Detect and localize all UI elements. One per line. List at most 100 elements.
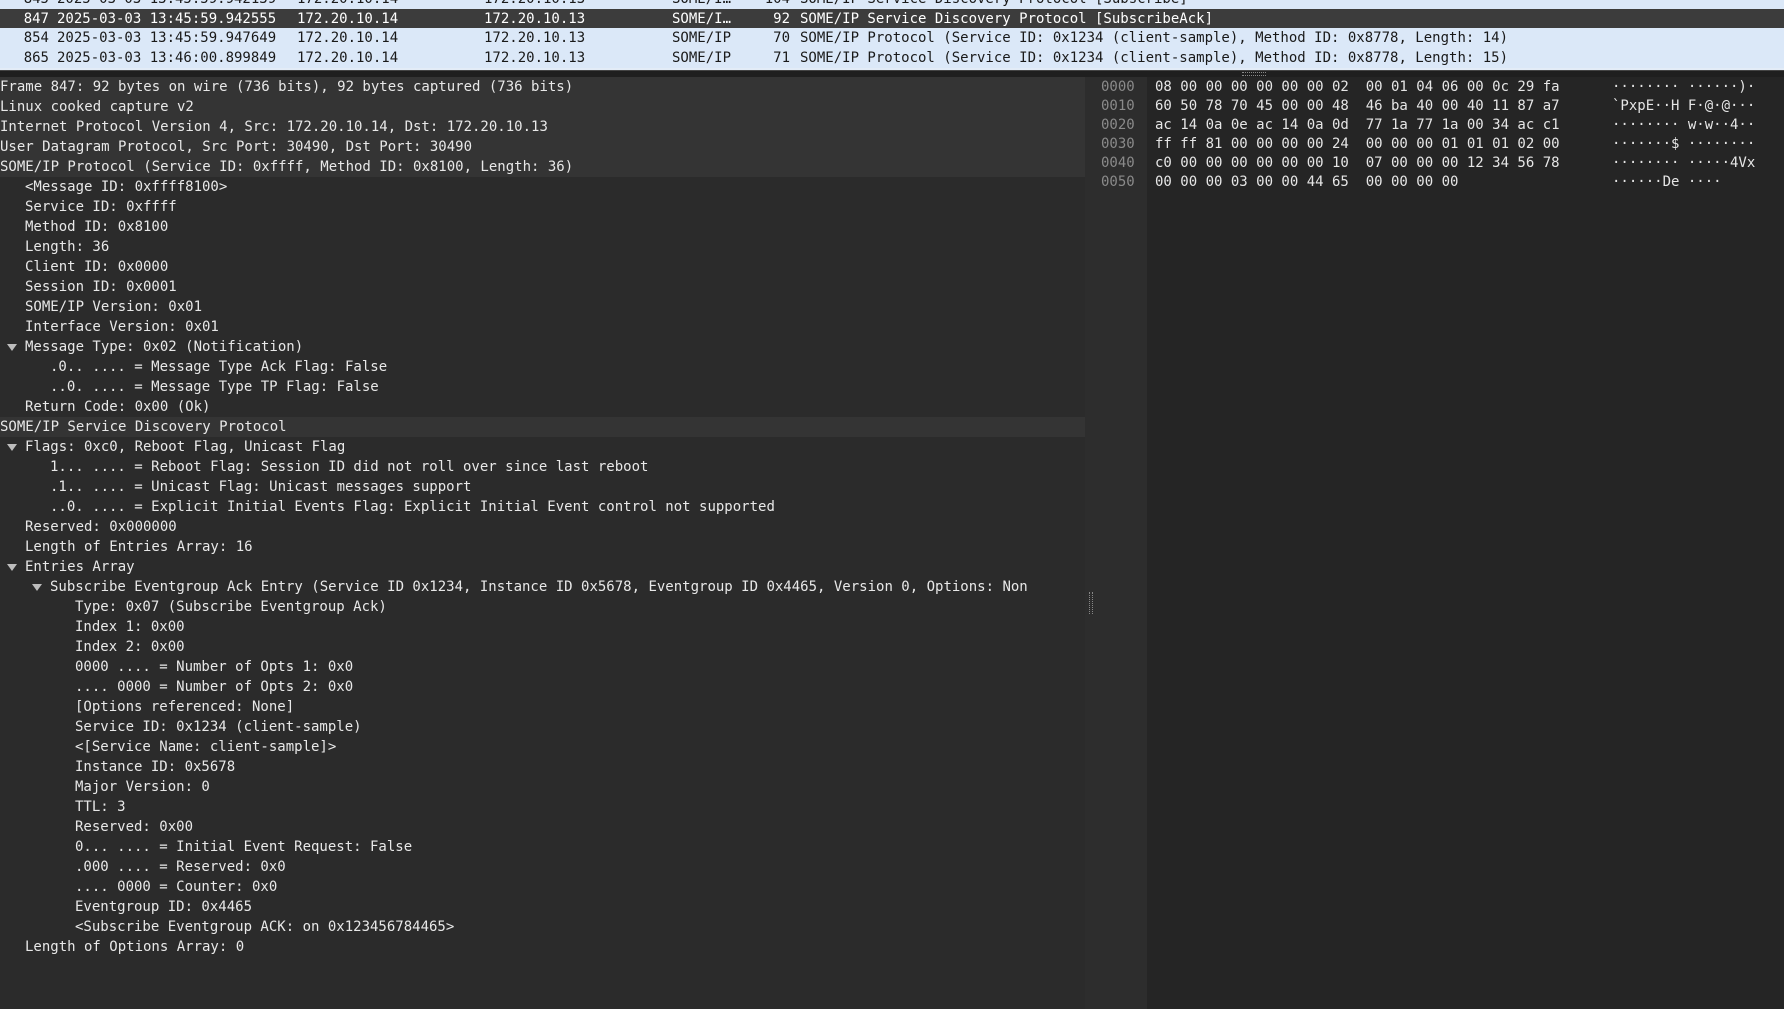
tree-item[interactable]: .... 0000 = Number of Opts 2: 0x0 [0, 677, 1085, 697]
tree-item[interactable]: Internet Protocol Version 4, Src: 172.20… [0, 117, 1085, 137]
tree-item[interactable]: .0.. .... = Message Type Ack Flag: False [0, 357, 1085, 377]
tree-item[interactable]: .... 0000 = Counter: 0x0 [0, 877, 1085, 897]
packet-time: 2025-03-03 13:45:59.942139 [57, 0, 276, 9]
tree-item-label: TTL: 3 [75, 799, 126, 815]
tree-item[interactable]: Subscribe Eventgroup Ack Entry (Service … [0, 577, 1085, 597]
tree-item[interactable]: <Message ID: 0xffff8100> [0, 177, 1085, 197]
tree-item[interactable]: Length of Options Array: 0 [0, 937, 1085, 957]
tree-item[interactable]: Length: 36 [0, 237, 1085, 257]
packet-bytes-pane[interactable]: 0000 08 00 00 00 00 00 00 02 00 01 04 06 … [1101, 77, 1784, 1009]
packet-length: 70 [773, 30, 790, 46]
hex-offset-column [1085, 77, 1147, 1009]
tree-item-label: 1... .... = Reboot Flag: Session ID did … [50, 459, 649, 475]
hex-bytes: 60 50 78 70 45 00 00 48 46 ba 40 00 40 1… [1155, 98, 1560, 114]
tree-item[interactable]: 0000 .... = Number of Opts 1: 0x0 [0, 657, 1085, 677]
hex-offset: 0040 [1101, 155, 1135, 171]
tree-item[interactable]: Eventgroup ID: 0x4465 [0, 897, 1085, 917]
packet-destination: 172.20.10.13 [484, 50, 586, 66]
tree-item[interactable]: Service ID: 0x1234 (client-sample) [0, 717, 1085, 737]
tree-item[interactable]: Interface Version: 0x01 [0, 317, 1085, 337]
tree-item-label: Length of Options Array: 0 [25, 939, 245, 955]
tree-item[interactable]: Index 2: 0x00 [0, 637, 1085, 657]
hex-ascii: ········ ······)· [1612, 79, 1756, 95]
tree-item-label: Eventgroup ID: 0x4465 [75, 899, 253, 915]
tree-item[interactable]: SOME/IP Protocol (Service ID: 0xffff, Me… [0, 157, 1085, 177]
expand-caret-icon[interactable] [7, 564, 17, 571]
tree-item-label: Flags: 0xc0, Reboot Flag, Unicast Flag [25, 439, 346, 455]
tree-item-label: .... 0000 = Number of Opts 2: 0x0 [75, 679, 354, 695]
packet-details-tree[interactable]: Frame 847: 92 bytes on wire (736 bits), … [0, 77, 1085, 1009]
tree-item[interactable]: .000 .... = Reserved: 0x0 [0, 857, 1085, 877]
tree-item[interactable]: Flags: 0xc0, Reboot Flag, Unicast Flag [0, 437, 1085, 457]
tree-item[interactable]: Index 1: 0x00 [0, 617, 1085, 637]
packet-row[interactable]: 847 2025-03-03 13:45:59.942555 172.20.10.1… [0, 9, 1784, 29]
tree-item-label: Reserved: 0x00 [75, 819, 194, 835]
hex-ascii: ········ ·····4Vx [1612, 155, 1756, 171]
tree-item[interactable]: Frame 847: 92 bytes on wire (736 bits), … [0, 77, 1085, 97]
tree-item[interactable]: Return Code: 0x00 (Ok) [0, 397, 1085, 417]
vertical-splitter-grip[interactable] [1089, 592, 1093, 614]
tree-item-label: Frame 847: 92 bytes on wire (736 bits), … [0, 79, 574, 95]
tree-item[interactable]: Session ID: 0x0001 [0, 277, 1085, 297]
tree-item[interactable]: Reserved: 0x000000 [0, 517, 1085, 537]
packet-number: 845 [0, 0, 49, 9]
expand-caret-icon[interactable] [7, 344, 17, 351]
tree-item[interactable]: Reserved: 0x00 [0, 817, 1085, 837]
hex-offset: 0030 [1101, 136, 1135, 152]
tree-item-label: ..0. .... = Message Type TP Flag: False [50, 379, 379, 395]
splitter-grip[interactable] [1242, 72, 1266, 76]
hex-offset: 0050 [1101, 174, 1135, 190]
packet-length: 92 [773, 11, 790, 27]
tree-item[interactable]: ..0. .... = Message Type TP Flag: False [0, 377, 1085, 397]
tree-item[interactable]: Linux cooked capture v2 [0, 97, 1085, 117]
hex-bytes: 08 00 00 00 00 00 00 02 00 01 04 06 00 0… [1155, 79, 1560, 95]
tree-item[interactable]: <[Service Name: client-sample]> [0, 737, 1085, 757]
tree-item-label: Interface Version: 0x01 [25, 319, 219, 335]
horizontal-splitter[interactable] [0, 70, 1784, 77]
tree-item[interactable]: Client ID: 0x0000 [0, 257, 1085, 277]
tree-item[interactable]: SOME/IP Service Discovery Protocol [0, 417, 1085, 437]
packet-row[interactable]: 854 2025-03-03 13:45:59.947649 172.20.10.1… [0, 28, 1784, 48]
packet-info: SOME/IP Service Discovery Protocol [Subs… [800, 0, 1188, 9]
tree-item-label: .000 .... = Reserved: 0x0 [75, 859, 286, 875]
tree-item-label: 0... .... = Initial Event Request: False [75, 839, 413, 855]
tree-item[interactable]: User Datagram Protocol, Src Port: 30490,… [0, 137, 1085, 157]
tree-item-label: <Message ID: 0xffff8100> [25, 179, 228, 195]
tree-item-label: .... 0000 = Counter: 0x0 [75, 879, 278, 895]
packet-source: 172.20.10.14 [297, 11, 399, 27]
packet-row[interactable]: 845 2025-03-03 13:45:59.942139 172.20.10.1… [0, 0, 1784, 9]
tree-item[interactable]: ..0. .... = Explicit Initial Events Flag… [0, 497, 1085, 517]
packet-source: 172.20.10.14 [297, 0, 398, 9]
tree-item[interactable]: Message Type: 0x02 (Notification) [0, 337, 1085, 357]
tree-item-label: Reserved: 0x000000 [25, 519, 177, 535]
packet-time: 2025-03-03 13:45:59.947649 [57, 30, 277, 46]
tree-item[interactable]: <Subscribe Eventgroup ACK: on 0x12345678… [0, 917, 1085, 937]
expand-caret-icon[interactable] [7, 444, 17, 451]
tree-item[interactable]: Service ID: 0xffff [0, 197, 1085, 217]
tree-item[interactable]: SOME/IP Version: 0x01 [0, 297, 1085, 317]
tree-item-label: Session ID: 0x0001 [25, 279, 177, 295]
tree-item[interactable]: TTL: 3 [0, 797, 1085, 817]
tree-item[interactable]: Method ID: 0x8100 [0, 217, 1085, 237]
tree-item[interactable]: Major Version: 0 [0, 777, 1085, 797]
packet-list[interactable]: 845 2025-03-03 13:45:59.942139 172.20.10.1… [0, 0, 1784, 70]
tree-item[interactable]: 0... .... = Initial Event Request: False [0, 837, 1085, 857]
tree-item-label: Client ID: 0x0000 [25, 259, 169, 275]
packet-length: 71 [773, 50, 790, 66]
tree-item-label: Type: 0x07 (Subscribe Eventgroup Ack) [75, 599, 387, 615]
packet-number: 847 [23, 11, 49, 27]
hex-offset: 0010 [1101, 98, 1135, 114]
tree-item[interactable]: Instance ID: 0x5678 [0, 757, 1085, 777]
tree-item-label: Length: 36 [25, 239, 110, 255]
tree-item[interactable]: 1... .... = Reboot Flag: Session ID did … [0, 457, 1085, 477]
tree-item[interactable]: Length of Entries Array: 16 [0, 537, 1085, 557]
tree-item-label: SOME/IP Version: 0x01 [25, 299, 203, 315]
packet-row[interactable]: 865 2025-03-03 13:46:00.899849 172.20.10.1… [0, 48, 1784, 68]
hex-ascii: `PxpE··H F·@·@··· [1612, 98, 1756, 114]
expand-caret-icon[interactable] [32, 584, 42, 591]
tree-item[interactable]: .1.. .... = Unicast Flag: Unicast messag… [0, 477, 1085, 497]
tree-item[interactable]: Type: 0x07 (Subscribe Eventgroup Ack) [0, 597, 1085, 617]
tree-item[interactable]: [Options referenced: None] [0, 697, 1085, 717]
packet-protocol: SOME/IP [672, 50, 732, 66]
tree-item[interactable]: Entries Array [0, 557, 1085, 577]
